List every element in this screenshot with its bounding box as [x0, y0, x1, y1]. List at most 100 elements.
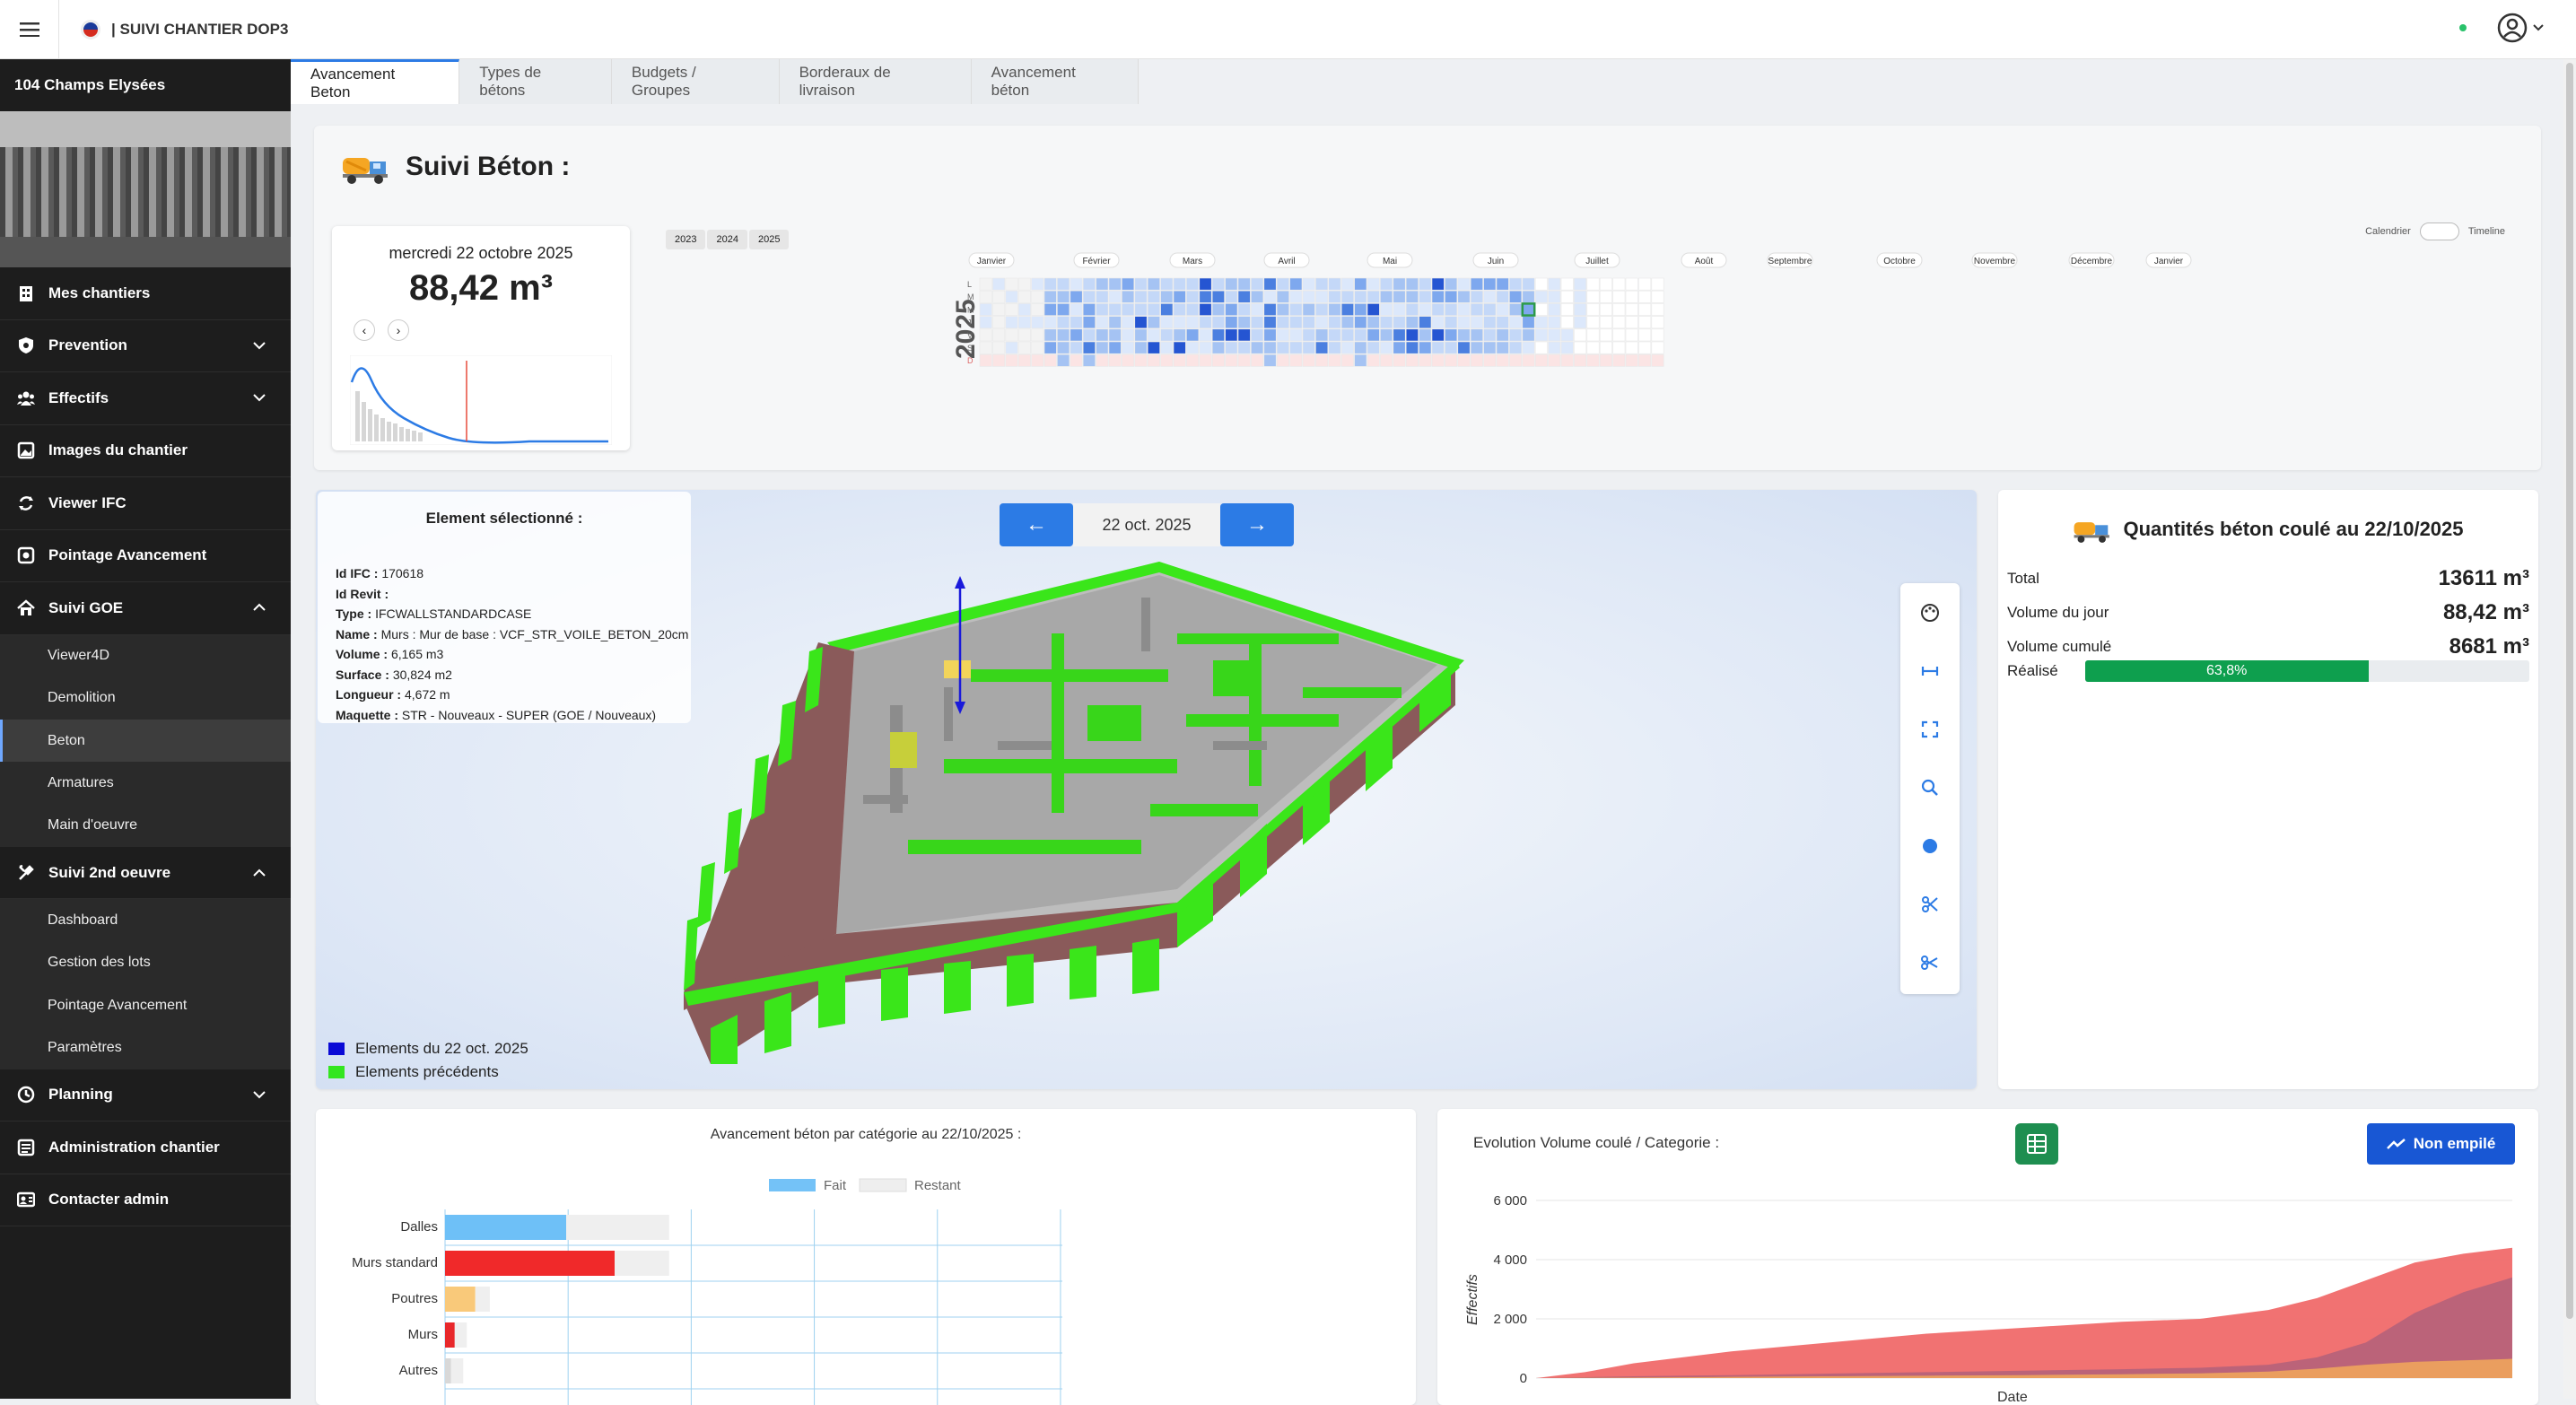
calendar-day-cell[interactable]: [1354, 290, 1367, 303]
calendar-day-cell[interactable]: [1586, 277, 1600, 291]
calendar-day-cell[interactable]: [1263, 303, 1277, 316]
calendar-day-cell[interactable]: [1251, 353, 1264, 367]
calendar-day-cell[interactable]: [1160, 277, 1174, 291]
calendar-day-cell[interactable]: [1225, 290, 1238, 303]
calendar-day-cell[interactable]: [1457, 290, 1471, 303]
calendar-day-cell[interactable]: [1070, 353, 1083, 367]
calendar-day-cell[interactable]: [1057, 353, 1070, 367]
sidebar-subitem-parametres[interactable]: Paramètres: [0, 1026, 291, 1069]
calendar-day-cell[interactable]: [1651, 353, 1664, 367]
calendar-day-cell[interactable]: [1419, 290, 1432, 303]
calendar-day-cell[interactable]: [1651, 341, 1664, 354]
sidebar-subitem-main-d-oeuvre[interactable]: Main d'oeuvre: [0, 805, 291, 847]
calendar-day-cell[interactable]: [1457, 303, 1471, 316]
calendar-day-cell[interactable]: [1483, 341, 1497, 354]
calendar-day-cell[interactable]: [1199, 316, 1212, 329]
calendar-day-cell[interactable]: [1625, 353, 1638, 367]
calendar-day-cell[interactable]: [1431, 303, 1445, 316]
calendar-day-cell[interactable]: [1419, 303, 1432, 316]
calendar-day-cell[interactable]: [1070, 277, 1083, 291]
next-day-button[interactable]: ›: [388, 319, 409, 341]
calendar-day-cell[interactable]: [979, 316, 992, 329]
calendar-day-cell[interactable]: [1251, 328, 1264, 342]
calendar-day-cell[interactable]: [1057, 303, 1070, 316]
year-button-2023[interactable]: 2023: [666, 230, 706, 249]
calendar-day-cell[interactable]: [1612, 353, 1626, 367]
calendar-day-cell[interactable]: [1393, 316, 1406, 329]
calendar-day-cell[interactable]: [1005, 353, 1018, 367]
calendar-day-cell[interactable]: [1405, 290, 1419, 303]
calendar-day-cell[interactable]: [1380, 316, 1393, 329]
calendar-day-cell[interactable]: [1586, 303, 1600, 316]
calendar-day-cell[interactable]: [1574, 328, 1587, 342]
calendar-day-cell[interactable]: [992, 303, 1006, 316]
calendar-day-cell[interactable]: [1340, 303, 1354, 316]
calendar-day-cell[interactable]: [1470, 353, 1483, 367]
calendar-day-cell[interactable]: [1108, 303, 1122, 316]
calendar-day-cell[interactable]: [1251, 341, 1264, 354]
calendar-day-cell[interactable]: [1340, 353, 1354, 367]
calendar-day-cell[interactable]: [992, 290, 1006, 303]
calendar-day-cell[interactable]: [1057, 277, 1070, 291]
calendar-day-cell[interactable]: [1367, 353, 1380, 367]
calendar-day-cell[interactable]: [1638, 353, 1652, 367]
calendar-day-cell[interactable]: [1328, 341, 1341, 354]
calendar-day-cell[interactable]: [1445, 303, 1458, 316]
calendar-day-cell[interactable]: [1496, 328, 1509, 342]
calendar-day-cell[interactable]: [1147, 353, 1160, 367]
calendar-day-cell[interactable]: [1340, 290, 1354, 303]
calendar-day-cell[interactable]: [1251, 316, 1264, 329]
calendar-day-cell[interactable]: [1315, 290, 1329, 303]
calendar-day-cell[interactable]: [1625, 277, 1638, 291]
sphere-icon[interactable]: [1900, 816, 1960, 875]
calendar-day-cell[interactable]: [1522, 277, 1535, 291]
calendar-day-cell[interactable]: [1199, 303, 1212, 316]
calendar-day-cell[interactable]: [979, 277, 992, 291]
calendar-day-cell[interactable]: [1082, 290, 1096, 303]
calendar-day-cell[interactable]: [1302, 341, 1315, 354]
calendar-day-cell[interactable]: [1263, 316, 1277, 329]
calendar-day-cell[interactable]: [1017, 277, 1031, 291]
calendar-day-cell[interactable]: [1651, 277, 1664, 291]
calendar-day-cell[interactable]: [1096, 316, 1109, 329]
calendar-day-cell[interactable]: [1302, 290, 1315, 303]
calendar-day-cell[interactable]: [1522, 341, 1535, 354]
calendar-day-cell[interactable]: [1276, 303, 1289, 316]
calendar-day-cell[interactable]: [992, 277, 1006, 291]
calendar-day-cell[interactable]: [1082, 316, 1096, 329]
calendar-day-cell[interactable]: [1574, 290, 1587, 303]
calendar-day-cell[interactable]: [1173, 303, 1186, 316]
calendar-day-cell[interactable]: [1173, 277, 1186, 291]
calendar-day-cell[interactable]: [1470, 277, 1483, 291]
calendar-day-cell[interactable]: [1651, 328, 1664, 342]
calendar-day-cell[interactable]: [1211, 277, 1225, 291]
sidebar-item-suivi-2nd-oeuvre[interactable]: Suivi 2nd oeuvre: [0, 847, 291, 900]
calendar-day-cell[interactable]: [1057, 290, 1070, 303]
calendar-day-cell[interactable]: [1548, 353, 1561, 367]
calendar-day-cell[interactable]: [1367, 328, 1380, 342]
fit-icon[interactable]: [1900, 700, 1960, 758]
calendar-day-cell[interactable]: [1340, 316, 1354, 329]
calendar-day-cell[interactable]: [1522, 353, 1535, 367]
calendar-day-cell[interactable]: [1276, 316, 1289, 329]
calendar-day-cell[interactable]: [1070, 290, 1083, 303]
calendar-day-cell[interactable]: [1057, 341, 1070, 354]
calendar-day-cell[interactable]: [1289, 353, 1303, 367]
calendar-day-cell[interactable]: [1367, 290, 1380, 303]
calendar-day-cell[interactable]: [1263, 277, 1277, 291]
calendar-day-cell[interactable]: [1276, 277, 1289, 291]
calendar-day-cell[interactable]: [1380, 277, 1393, 291]
calendar-day-cell[interactable]: [1638, 290, 1652, 303]
calendar-day-cell[interactable]: [1225, 316, 1238, 329]
calendar-day-cell[interactable]: [992, 353, 1006, 367]
zoom-icon[interactable]: [1900, 758, 1960, 816]
calendar-day-cell[interactable]: [1457, 353, 1471, 367]
section-icon[interactable]: [1900, 875, 1960, 933]
calendar-day-cell[interactable]: [1134, 328, 1148, 342]
calendar-day-cell[interactable]: [1483, 328, 1497, 342]
calendar-day-cell[interactable]: [1251, 290, 1264, 303]
calendar-day-cell[interactable]: [1509, 316, 1523, 329]
calendar-day-cell[interactable]: [1147, 303, 1160, 316]
calendar-day-cell[interactable]: [1082, 277, 1096, 291]
prev-date-button[interactable]: ←: [1000, 503, 1073, 546]
